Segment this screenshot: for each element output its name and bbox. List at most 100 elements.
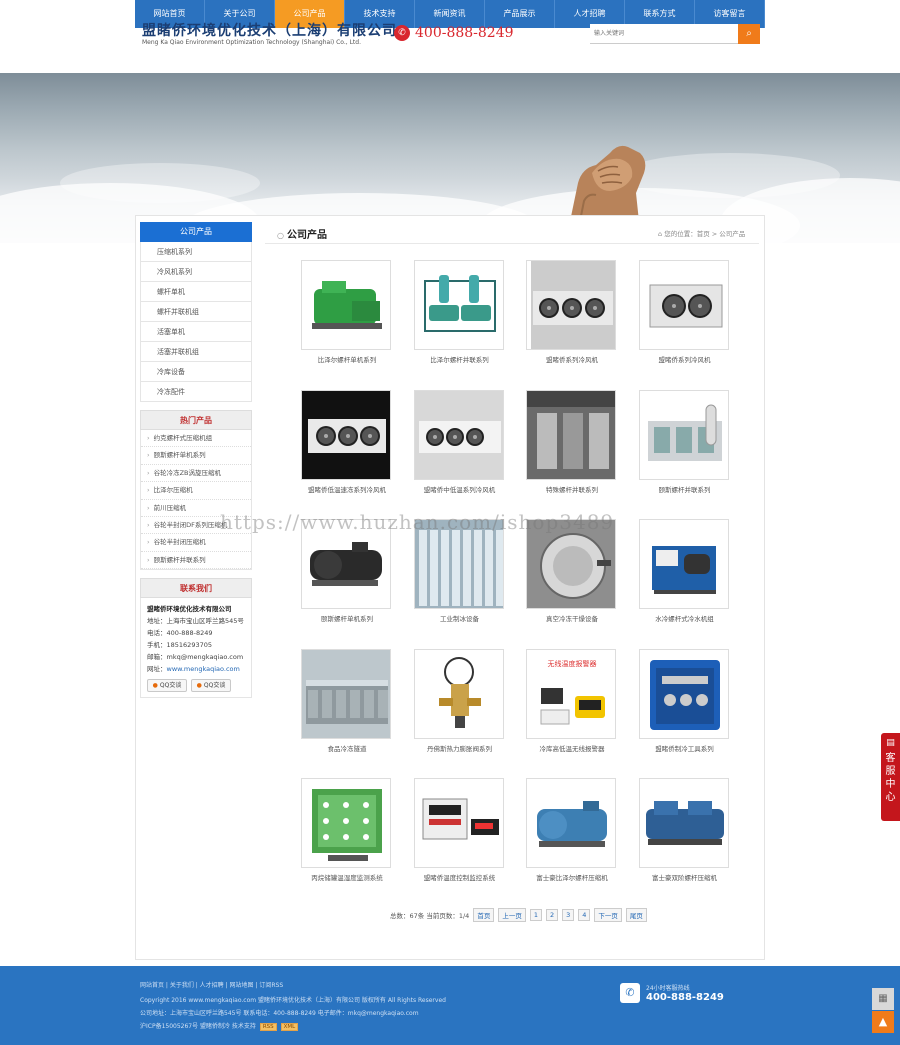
product-card[interactable]: 食品冷冻隧道 bbox=[301, 648, 393, 753]
product-image[interactable] bbox=[526, 389, 616, 480]
product-name[interactable]: 真空冷冻干燥设备 bbox=[526, 613, 618, 623]
pager-first[interactable]: 首页 bbox=[473, 908, 495, 922]
rss-badge[interactable]: RSS bbox=[259, 1023, 277, 1031]
product-image[interactable]: 无线温度报警器 bbox=[526, 648, 616, 739]
nav-item-4[interactable]: 新闻资讯 bbox=[415, 0, 485, 28]
product-card[interactable]: 盟睹侨温度控制监控系统 bbox=[413, 778, 506, 882]
search-input[interactable] bbox=[590, 24, 738, 44]
product-name[interactable]: 颐斯螺杆单机系列 bbox=[301, 613, 393, 623]
qq-chat-button-2[interactable]: ● QQ交谈 bbox=[191, 679, 231, 693]
product-card[interactable]: 盟睹侨制冷工具系列 bbox=[638, 648, 731, 753]
product-name[interactable]: 水冷螺杆式冷水机组 bbox=[639, 613, 731, 623]
product-card[interactable]: 水冷螺杆式冷水机组 bbox=[638, 519, 731, 623]
product-card[interactable]: 真空冷冻干燥设备 bbox=[526, 519, 618, 623]
hot-product-item[interactable]: 颐斯螺杆单机系列 bbox=[141, 447, 251, 465]
pager-page-3[interactable]: 3 bbox=[562, 909, 575, 921]
pager-prev[interactable]: 上一页 bbox=[498, 908, 526, 922]
contact-site-link[interactable]: www.mengkaqiao.com bbox=[167, 665, 240, 673]
hot-product-item[interactable]: 颐斯螺杆并联系列 bbox=[141, 552, 251, 570]
product-name[interactable]: 比泽尔螺杆单机系列 bbox=[301, 354, 393, 364]
product-image[interactable] bbox=[638, 389, 729, 480]
footer-icp[interactable]: 沪ICP备15005267号 盟睹侨制冷 技术支持 bbox=[140, 1023, 256, 1030]
product-card[interactable]: 比泽尔螺杆并联系列 bbox=[413, 260, 506, 364]
product-card[interactable]: 比泽尔螺杆单机系列 bbox=[301, 260, 393, 364]
category-item[interactable]: 活塞单机 bbox=[140, 322, 252, 342]
category-item[interactable]: 冷库设备 bbox=[140, 362, 252, 382]
product-name[interactable]: 富士豪双阶螺杆压缩机 bbox=[639, 872, 731, 882]
pager-page-2[interactable]: 2 bbox=[545, 909, 559, 921]
product-image[interactable] bbox=[638, 260, 729, 350]
product-name[interactable]: 富士豪比泽尔螺杆压缩机 bbox=[526, 872, 618, 882]
product-name[interactable]: 盟睹侨温度控制监控系统 bbox=[414, 872, 506, 882]
hot-product-item[interactable]: 比泽尔压缩机 bbox=[141, 482, 251, 500]
product-image[interactable] bbox=[413, 389, 504, 480]
footer-links[interactable]: 网站首页 | 关于我们 | 人才招聘 | 网站地图 | 订阅RSS bbox=[140, 980, 283, 989]
sidebar-hot-title: 热门产品 bbox=[140, 410, 252, 430]
product-card[interactable]: 丹佛斯热力膨胀阀系列 bbox=[413, 648, 506, 753]
product-name[interactable]: 颐斯螺杆并联系列 bbox=[639, 484, 731, 494]
svg-text:无线温度报警器: 无线温度报警器 bbox=[548, 659, 597, 668]
product-card[interactable]: 富士豪双阶螺杆压缩机 bbox=[638, 778, 731, 882]
product-card[interactable]: 特殊螺杆并联系列 bbox=[526, 389, 618, 494]
product-card[interactable]: 盟睹侨中低温系列冷风机 bbox=[413, 389, 506, 494]
contact-site-label: 网址： bbox=[147, 665, 167, 674]
category-item[interactable]: 螺杆单机 bbox=[140, 282, 252, 302]
product-name[interactable]: 丹佛斯热力膨胀阀系列 bbox=[414, 743, 506, 753]
product-image[interactable] bbox=[413, 778, 504, 868]
product-name[interactable]: 盟睹侨系列冷风机 bbox=[639, 354, 731, 364]
product-card[interactable]: 工业制冰设备 bbox=[413, 519, 506, 623]
product-card[interactable]: 颐斯螺杆单机系列 bbox=[301, 519, 393, 623]
product-name[interactable]: 丙烷储罐温湿度监测系统 bbox=[301, 872, 393, 882]
pager-page-4[interactable]: 4 bbox=[578, 909, 591, 921]
product-card[interactable]: 富士豪比泽尔螺杆压缩机 bbox=[526, 778, 618, 882]
product-name[interactable]: 食品冷冻隧道 bbox=[301, 743, 393, 753]
product-name[interactable]: 盟睹侨系列冷风机 bbox=[526, 354, 618, 364]
company-name-cn[interactable]: 盟睹侨环境优化技术（上海）有限公司 bbox=[142, 20, 397, 40]
product-name[interactable]: 比泽尔螺杆并联系列 bbox=[414, 354, 506, 364]
category-item[interactable]: 压缩机系列 bbox=[140, 242, 252, 262]
product-image[interactable] bbox=[413, 260, 504, 350]
product-image[interactable] bbox=[301, 778, 391, 868]
product-image[interactable] bbox=[301, 648, 391, 739]
product-card[interactable]: 盟睹侨系列冷风机 bbox=[526, 260, 618, 364]
qq-chat-button-1[interactable]: ● QQ交谈 bbox=[147, 679, 187, 693]
hot-product-item[interactable]: 谷轮半封闭压缩机 bbox=[141, 534, 251, 552]
product-name[interactable]: 冷库高低温无线报警器 bbox=[526, 743, 618, 753]
customer-service-tab[interactable]: ▤ 客服中心 bbox=[881, 733, 900, 821]
product-image[interactable] bbox=[413, 648, 504, 739]
product-image[interactable] bbox=[638, 778, 729, 868]
category-item[interactable]: 活塞并联机组 bbox=[140, 342, 252, 362]
main-title: ○ 公司产品 bbox=[277, 226, 327, 241]
product-name[interactable]: 特殊螺杆并联系列 bbox=[526, 484, 618, 494]
qr-code-button[interactable]: ▦ bbox=[872, 988, 894, 1010]
pager-next[interactable]: 下一页 bbox=[594, 908, 622, 922]
category-item[interactable]: 螺杆并联机组 bbox=[140, 302, 252, 322]
product-card[interactable]: 丙烷储罐温湿度监测系统 bbox=[301, 778, 393, 882]
hot-product-item[interactable]: 谷轮冷冻ZB涡旋压缩机 bbox=[141, 465, 251, 483]
product-image[interactable] bbox=[301, 389, 391, 480]
product-image[interactable] bbox=[638, 648, 729, 739]
product-name[interactable]: 盟睹侨低温速冻系列冷风机 bbox=[301, 484, 393, 494]
back-to-top-button[interactable]: ▲ bbox=[872, 1011, 894, 1033]
product-image[interactable] bbox=[526, 778, 616, 868]
search-button[interactable]: ⌕ bbox=[738, 24, 760, 44]
breadcrumb-text[interactable]: 您的位置：首页 > 公司产品 bbox=[664, 230, 745, 238]
product-card[interactable]: 盟睹侨低温速冻系列冷风机 bbox=[301, 389, 393, 494]
product-card[interactable]: 无线温度报警器 冷库高低温无线报警器 bbox=[526, 648, 618, 753]
product-name[interactable]: 盟睹侨制冷工具系列 bbox=[639, 743, 731, 753]
product-card[interactable]: 颐斯螺杆并联系列 bbox=[638, 389, 731, 494]
hot-product-item[interactable]: 约克螺杆式压缩机组 bbox=[141, 430, 251, 448]
category-item[interactable]: 冷冻配件 bbox=[140, 382, 252, 402]
search-box: ⌕ bbox=[590, 24, 760, 44]
pager-page-1[interactable]: 1 bbox=[529, 909, 542, 921]
product-name[interactable]: 工业制冰设备 bbox=[414, 613, 506, 623]
product-card[interactable]: 盟睹侨系列冷风机 bbox=[638, 260, 731, 364]
category-item[interactable]: 冷风机系列 bbox=[140, 262, 252, 282]
xml-badge[interactable]: XML bbox=[280, 1023, 299, 1031]
product-name[interactable]: 盟睹侨中低温系列冷风机 bbox=[414, 484, 506, 494]
product-image[interactable] bbox=[526, 260, 616, 350]
nav-item-5[interactable]: 产品展示 bbox=[485, 0, 555, 28]
product-image[interactable] bbox=[638, 519, 729, 609]
pager-last[interactable]: 尾页 bbox=[625, 908, 647, 922]
product-image[interactable] bbox=[301, 260, 391, 350]
